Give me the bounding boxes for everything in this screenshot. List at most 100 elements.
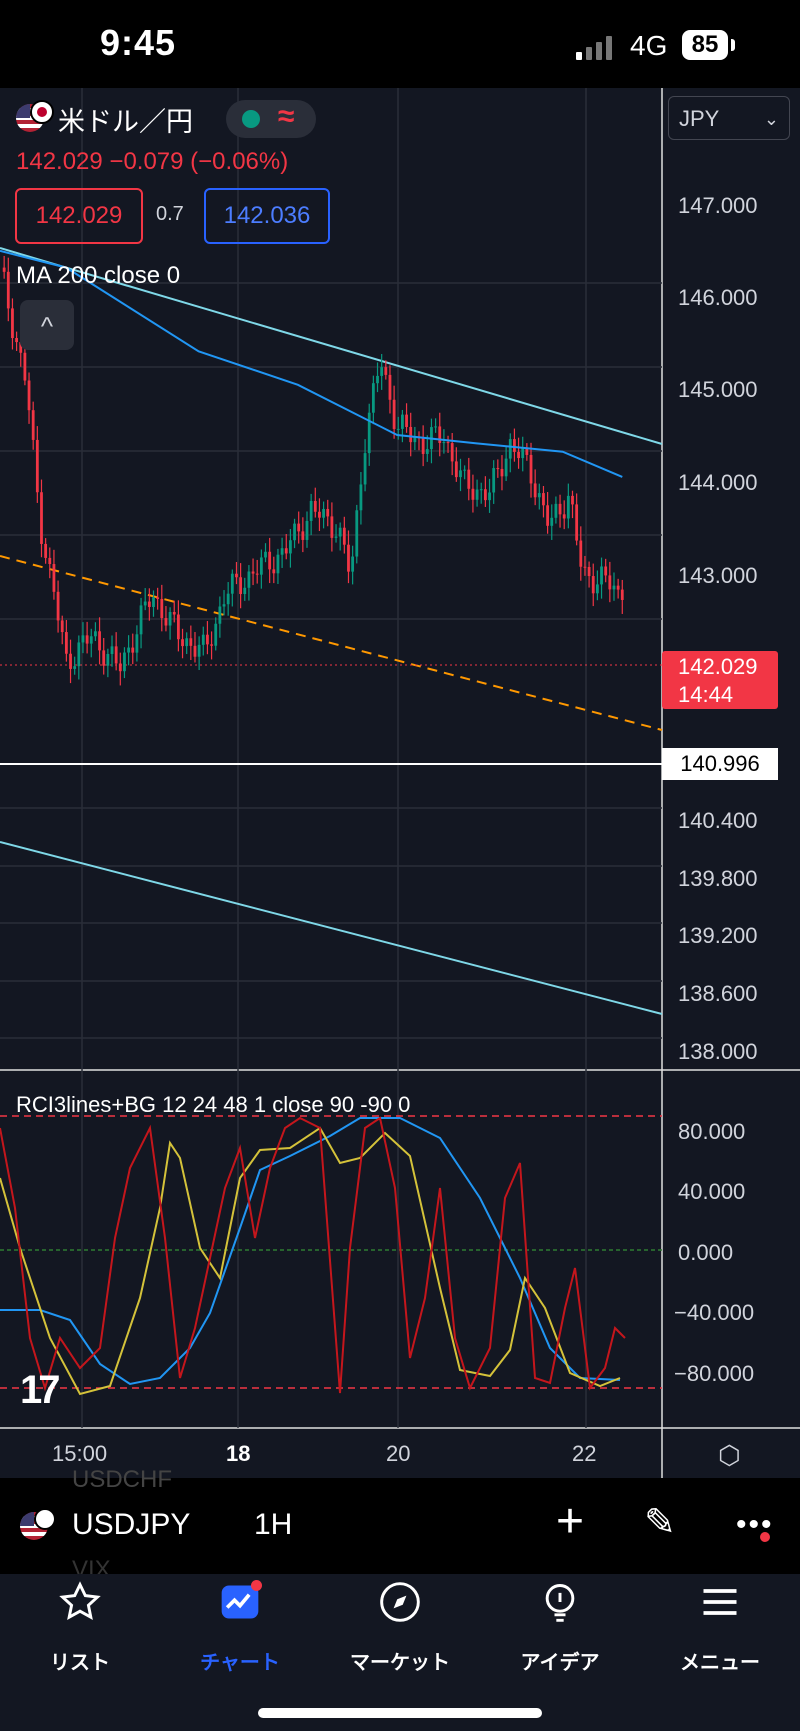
candle-body: [23, 352, 27, 381]
candle-body: [243, 587, 247, 595]
candle-body: [235, 573, 238, 578]
lightbulb-icon: [480, 1580, 640, 1640]
symbol-search-button[interactable]: USDJPY: [72, 1508, 190, 1542]
bar-countdown: 14:44: [678, 682, 734, 707]
candle-body: [106, 653, 110, 666]
candle-body: [268, 551, 272, 570]
candle-body: [405, 414, 408, 427]
status-time: 9:45: [100, 22, 177, 63]
price-tick: 140.400: [678, 808, 758, 833]
price-tick: 139.200: [678, 923, 758, 948]
candle-body: [392, 399, 396, 429]
tab-label: メニュー: [680, 1652, 760, 1674]
candle-body: [255, 573, 259, 575]
candle-body: [181, 639, 184, 647]
candle-body: [31, 410, 35, 440]
drawing-tools-icon[interactable]: ✎: [644, 1500, 676, 1545]
interval-button[interactable]: 1H: [254, 1508, 292, 1542]
candle-body: [583, 566, 587, 568]
tradingview-logo[interactable]: 17: [20, 1368, 60, 1413]
tab-chart[interactable]: チャート: [160, 1580, 320, 1675]
candle-body: [56, 591, 60, 621]
last-price-tag: 142.029 14:44: [662, 651, 778, 709]
candle-body: [89, 636, 93, 644]
candle-body: [533, 483, 537, 498]
notification-dot: [760, 1532, 770, 1542]
candle-body: [330, 516, 334, 538]
candle-body: [600, 566, 603, 585]
market-open-icon: [242, 110, 260, 128]
candle-body: [123, 652, 126, 672]
candle-body: [421, 438, 425, 454]
symbol-title[interactable]: 米ドル／円: [58, 100, 193, 139]
home-indicator: [258, 1708, 542, 1718]
candle-body: [355, 510, 359, 557]
candle-body: [434, 426, 437, 428]
collapse-legend-button[interactable]: ^: [20, 300, 74, 350]
horizontal-line-tag[interactable]: 140.996: [662, 748, 778, 780]
candle-body: [446, 442, 450, 444]
tab-label: アイデア: [520, 1652, 600, 1674]
candle-body: [156, 597, 160, 599]
candle-body: [305, 520, 309, 540]
candle-body: [475, 489, 479, 500]
candle-body: [48, 557, 52, 565]
tab-menu[interactable]: メニュー: [640, 1580, 800, 1675]
candle-body: [2, 267, 6, 272]
tab-market[interactable]: マーケット: [320, 1580, 480, 1675]
candle-body: [496, 468, 500, 470]
candle-body: [384, 367, 388, 375]
candle-body: [280, 548, 284, 555]
candle-body: [363, 453, 367, 485]
price-tick: 147.000: [678, 193, 758, 218]
candle-body: [276, 554, 280, 574]
quote-line: 142.029 −0.079 (−0.06%): [16, 148, 289, 175]
candle-body: [102, 650, 106, 666]
candle-body: [483, 489, 487, 501]
tab-ideas[interactable]: アイデア: [480, 1580, 640, 1675]
battery-icon: 85: [682, 30, 728, 60]
candle-body: [135, 634, 139, 653]
candle-body: [342, 527, 346, 545]
price-tick: 139.800: [678, 866, 758, 891]
candle-body: [591, 576, 595, 594]
market-status-pill[interactable]: [226, 100, 316, 138]
candle-body: [218, 606, 222, 624]
candle-body: [500, 468, 504, 477]
candle-body: [558, 503, 562, 515]
candle-body: [185, 638, 189, 647]
tab-list[interactable]: リスト: [0, 1580, 160, 1675]
candle-body: [168, 611, 172, 626]
tab-label: チャート: [200, 1652, 280, 1674]
tab-label: マーケット: [350, 1652, 450, 1674]
rci-indicator-label[interactable]: RCI3lines+BG 12 24 48 1 close 90 -90 0: [16, 1092, 410, 1118]
candle-body: [463, 469, 467, 471]
watchlist-ghost-symbol: USDCHF: [72, 1466, 172, 1493]
last-price: 142.029: [678, 654, 758, 679]
candle-body: [467, 469, 471, 489]
menu-icon: [640, 1580, 800, 1640]
time-tick: 18: [226, 1441, 251, 1466]
candle-body: [143, 601, 147, 606]
candle-body: [608, 575, 612, 590]
candle-body: [206, 634, 209, 645]
candle-body: [479, 489, 483, 491]
candle-body: [160, 598, 164, 619]
candle-body: [595, 584, 599, 594]
candle-body: [81, 635, 85, 643]
candle-body: [201, 634, 205, 645]
candle-body: [251, 571, 255, 574]
currency-select[interactable]: JPY ⌄: [668, 96, 790, 140]
candle-body: [351, 556, 355, 572]
sell-button[interactable]: 142.029: [15, 188, 143, 244]
buy-button[interactable]: 142.036: [204, 188, 330, 244]
chart-settings-icon[interactable]: ⬡: [718, 1440, 741, 1471]
ma-indicator-label[interactable]: MA 200 close 0: [16, 262, 180, 290]
candle-body: [176, 614, 180, 640]
price-tick: 144.000: [678, 470, 758, 495]
candle-body: [318, 511, 321, 518]
compass-icon: [320, 1580, 480, 1640]
add-icon[interactable]: +: [556, 1494, 584, 1549]
candle-body: [110, 646, 114, 654]
price-tick: 138.600: [678, 981, 758, 1006]
